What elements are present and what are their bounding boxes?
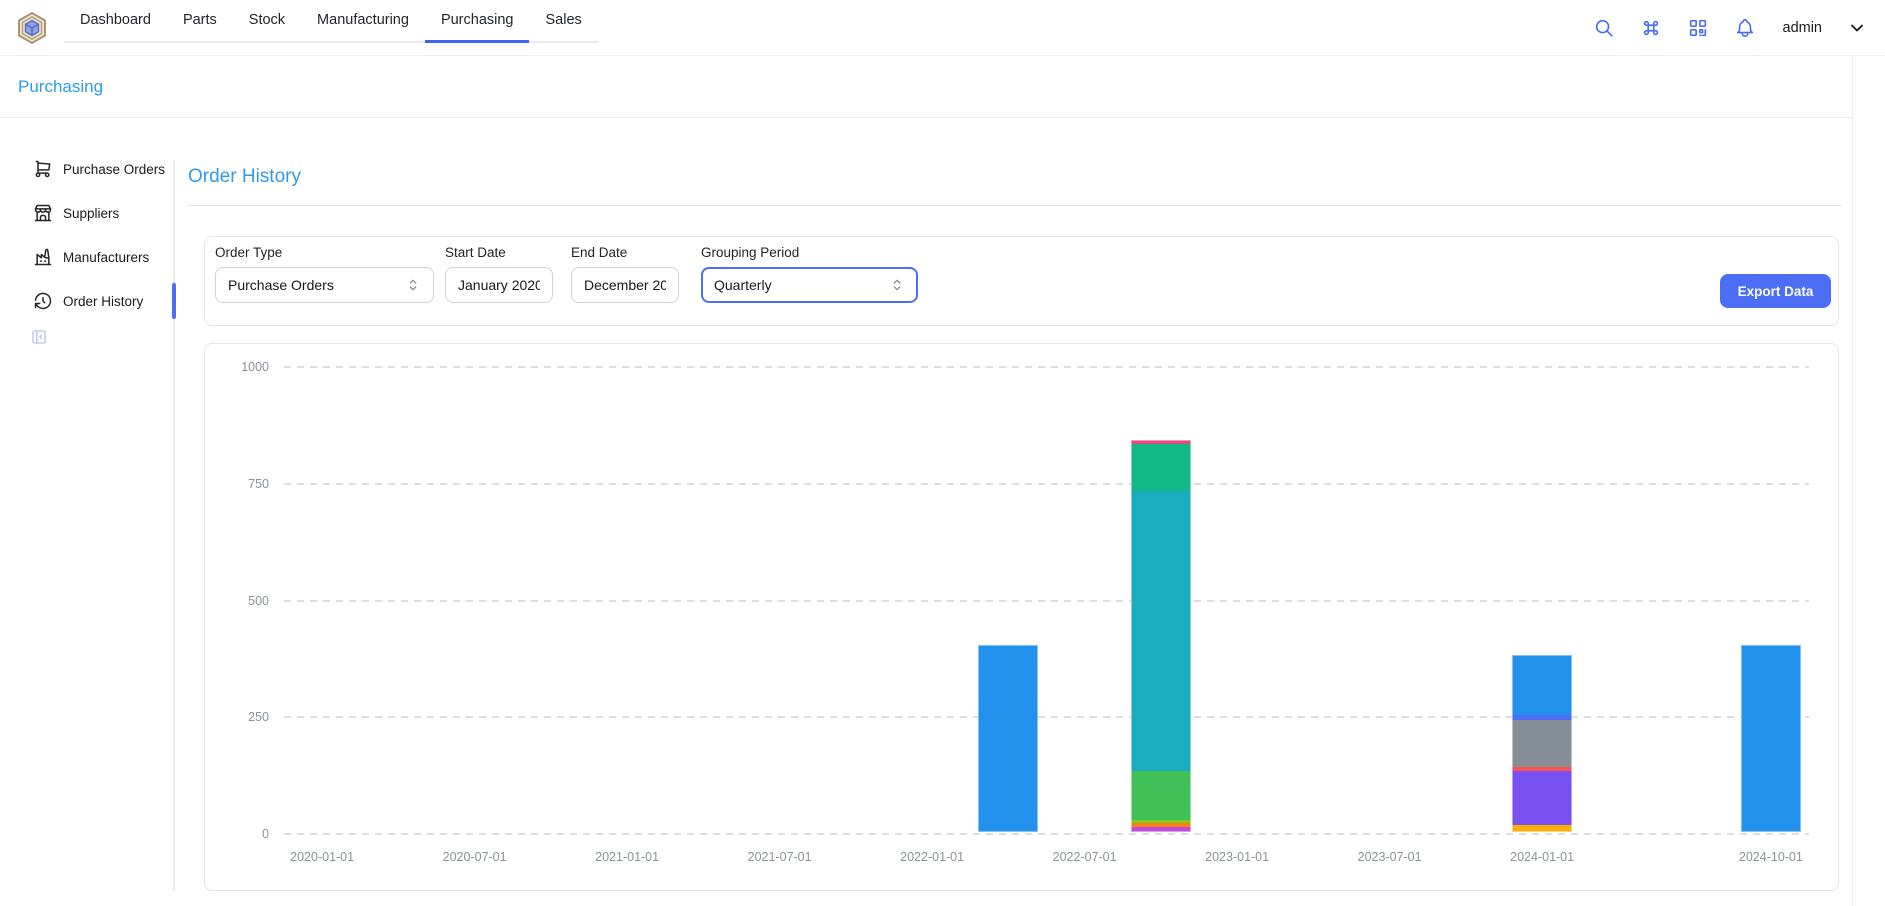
export-data-button[interactable]: Export Data bbox=[1720, 274, 1831, 308]
sidebar-collapse-icon[interactable] bbox=[30, 328, 48, 346]
top-navbar: DashboardPartsStockManufacturingPurchasi… bbox=[0, 0, 1885, 56]
command-icon[interactable] bbox=[1640, 17, 1662, 39]
bar-2022-10-01[interactable] bbox=[1131, 440, 1191, 832]
tab-sales[interactable]: Sales bbox=[529, 0, 597, 43]
gridline bbox=[284, 483, 1809, 485]
chart-plot: 0 250 500 750 1000 2020-01-01 2020-07-01 2021-0… bbox=[205, 344, 1838, 890]
y-axis-tick: 0 bbox=[213, 827, 269, 841]
x-axis-tick: 2021-01-01 bbox=[595, 850, 659, 864]
bar-2024-10-01[interactable] bbox=[1741, 645, 1801, 832]
end-date-input[interactable] bbox=[584, 277, 666, 293]
qrcode-icon[interactable] bbox=[1687, 17, 1709, 39]
bar-segment bbox=[1741, 645, 1801, 832]
store-icon bbox=[33, 203, 53, 223]
end-date-label: End Date bbox=[571, 245, 679, 260]
gridline bbox=[284, 833, 1809, 835]
order-type-value: Purchase Orders bbox=[228, 277, 334, 293]
tab-dashboard[interactable]: Dashboard bbox=[64, 0, 167, 43]
sidebar-item-order-history[interactable]: Order History bbox=[0, 283, 169, 319]
scrollbar-track[interactable] bbox=[1852, 56, 1853, 906]
page: DashboardPartsStockManufacturingPurchasi… bbox=[0, 0, 1885, 906]
end-date-box bbox=[571, 267, 679, 303]
factory-icon bbox=[33, 247, 53, 267]
nav-icons bbox=[1593, 17, 1756, 39]
bar-segment bbox=[1512, 720, 1572, 767]
x-axis-tick: 2020-01-01 bbox=[290, 850, 354, 864]
search-icon[interactable] bbox=[1593, 17, 1615, 39]
breadcrumb[interactable]: Purchasing bbox=[18, 77, 103, 97]
x-axis-tick: 2023-01-01 bbox=[1205, 850, 1269, 864]
y-axis-tick: 500 bbox=[213, 594, 269, 608]
selector-icon bbox=[405, 277, 421, 293]
order-type-label: Order Type bbox=[215, 245, 434, 260]
x-axis-tick: 2024-01-01 bbox=[1510, 850, 1574, 864]
y-axis-tick: 1000 bbox=[213, 360, 269, 374]
bar-segment bbox=[1131, 771, 1191, 820]
sidebar-item-purchase-orders[interactable]: Purchase Orders bbox=[0, 151, 169, 187]
tab-parts[interactable]: Parts bbox=[167, 0, 233, 43]
sidebar-item-label: Manufacturers bbox=[63, 250, 149, 265]
sidebar-item-label: Order History bbox=[63, 294, 143, 309]
bell-icon[interactable] bbox=[1734, 17, 1756, 39]
x-axis-tick: 2020-07-01 bbox=[443, 850, 507, 864]
sidebar: Purchase Orders Suppliers Manufacturers Ord… bbox=[0, 118, 175, 906]
app-logo-icon[interactable] bbox=[14, 10, 50, 46]
user-menu-label[interactable]: admin bbox=[1783, 20, 1823, 36]
x-axis-tick: 2022-07-01 bbox=[1053, 850, 1117, 864]
bar-segment bbox=[1512, 655, 1572, 716]
bar-segment bbox=[1131, 827, 1191, 832]
title-divider bbox=[188, 205, 1842, 206]
bar-segment bbox=[1131, 491, 1191, 771]
x-axis-tick: 2024-10-01 bbox=[1739, 850, 1803, 864]
x-axis-tick: 2023-07-01 bbox=[1358, 850, 1422, 864]
filter-card: Order Type Purchase Orders Start Date En… bbox=[204, 236, 1839, 326]
start-date-label: Start Date bbox=[445, 245, 553, 260]
sidebar-item-manufacturers[interactable]: Manufacturers bbox=[0, 239, 169, 275]
history-icon bbox=[33, 291, 53, 311]
sidebar-item-label: Purchase Orders bbox=[63, 162, 165, 177]
bar-segment bbox=[1512, 825, 1572, 832]
sidebar-item-label: Suppliers bbox=[63, 206, 119, 221]
chart-card: 0 250 500 750 1000 2020-01-01 2020-07-01 2021-0… bbox=[204, 343, 1839, 891]
y-axis-tick: 250 bbox=[213, 710, 269, 724]
start-date-box bbox=[445, 267, 553, 303]
start-date-input[interactable] bbox=[458, 277, 540, 293]
grouping-period-label: Grouping Period bbox=[701, 245, 918, 260]
y-axis-tick: 750 bbox=[213, 477, 269, 491]
chevron-down-icon[interactable] bbox=[1847, 18, 1867, 38]
tab-manufacturing[interactable]: Manufacturing bbox=[301, 0, 425, 43]
breadcrumb-bar: Purchasing bbox=[0, 56, 1852, 118]
nav-actions: admin bbox=[1593, 17, 1868, 39]
selector-icon bbox=[889, 277, 905, 293]
page-title: Order History bbox=[188, 166, 301, 188]
gridline bbox=[284, 716, 1809, 718]
main-panel: Order History Order Type Purchase Orders… bbox=[175, 118, 1852, 906]
grouping-period-value: Quarterly bbox=[714, 277, 772, 293]
bar-segment bbox=[1131, 444, 1191, 491]
bar-2022-04-01[interactable] bbox=[978, 645, 1038, 832]
grouping-period-select[interactable]: Quarterly bbox=[701, 267, 918, 303]
gridline bbox=[284, 366, 1809, 368]
tab-stock[interactable]: Stock bbox=[233, 0, 301, 43]
x-axis-tick: 2021-07-01 bbox=[748, 850, 812, 864]
shopping-cart-icon bbox=[33, 159, 53, 179]
order-type-select[interactable]: Purchase Orders bbox=[215, 267, 434, 303]
sidebar-menu: Purchase Orders Suppliers Manufacturers Ord… bbox=[0, 151, 169, 327]
sidebar-item-suppliers[interactable]: Suppliers bbox=[0, 195, 169, 231]
nav-tabs: DashboardPartsStockManufacturingPurchasi… bbox=[64, 0, 598, 43]
x-axis-tick: 2022-01-01 bbox=[900, 850, 964, 864]
tab-purchasing[interactable]: Purchasing bbox=[425, 0, 530, 43]
bar-segment bbox=[1512, 771, 1572, 825]
bar-segment bbox=[978, 645, 1038, 832]
bar-2024-01-01[interactable] bbox=[1512, 655, 1572, 832]
gridline bbox=[284, 600, 1809, 602]
